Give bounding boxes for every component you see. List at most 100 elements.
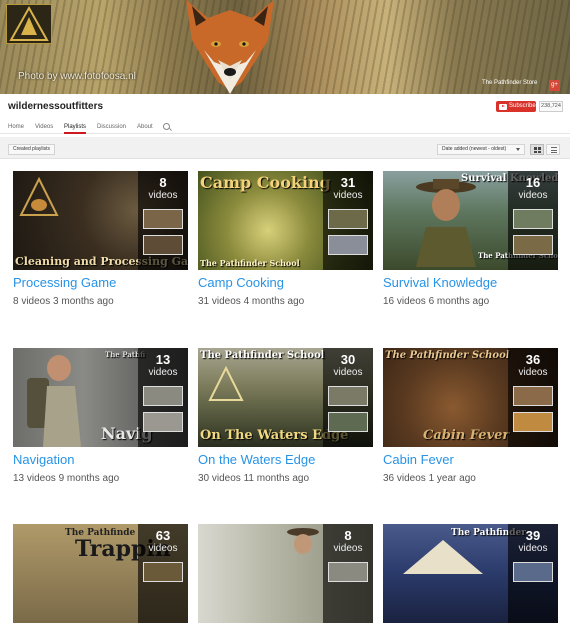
playlist-meta: 8 videos 3 months ago bbox=[13, 296, 114, 307]
playlist-meta: 13 videos 9 months ago bbox=[13, 473, 120, 484]
playlist-thumbnail[interactable]: Survival Knowledge The Pathfinder School… bbox=[383, 171, 558, 270]
sort-label: Date added (newest - oldest) bbox=[442, 146, 507, 152]
video-count: 8 bbox=[159, 175, 167, 190]
mini-thumb bbox=[513, 412, 553, 432]
sort-dropdown[interactable]: Date added (newest - oldest) bbox=[437, 144, 525, 155]
tab-discussion[interactable]: Discussion bbox=[97, 120, 126, 134]
mini-thumb bbox=[328, 235, 368, 255]
video-count-label: videos bbox=[333, 367, 363, 378]
playlist-title[interactable]: On the Waters Edge bbox=[198, 452, 315, 467]
playlist-count-overlay: 8 videos bbox=[323, 524, 373, 623]
mini-thumb bbox=[513, 235, 553, 255]
playlist-meta: 31 videos 4 months ago bbox=[198, 296, 305, 307]
playlist-thumbnail[interactable]: The Pathfi Navig 13 videos bbox=[13, 348, 188, 447]
channel-name[interactable]: wildernessoutfitters bbox=[8, 101, 103, 112]
mini-thumb bbox=[513, 209, 553, 229]
grid-view-button[interactable] bbox=[530, 144, 544, 155]
playlist-thumbnail[interactable]: The Pathfinder School Cabin Fever 36 vid… bbox=[383, 348, 558, 447]
video-count: 13 bbox=[155, 352, 171, 367]
channel-tabs: Home Videos Playlists Discussion About bbox=[0, 120, 570, 134]
video-count-label: videos bbox=[148, 190, 178, 201]
video-count: 30 bbox=[340, 352, 356, 367]
video-count-label: videos bbox=[148, 367, 178, 378]
logo-mark bbox=[9, 5, 49, 41]
video-count-label: videos bbox=[333, 190, 363, 201]
fox-photo bbox=[186, 0, 274, 94]
thumb-caption: Cabin Fever bbox=[423, 428, 510, 443]
video-count-label: videos bbox=[518, 190, 548, 201]
mini-thumb bbox=[143, 209, 183, 229]
search-icon[interactable] bbox=[163, 123, 170, 130]
video-count: 8 bbox=[344, 528, 352, 543]
playlist-thumbnail[interactable]: The Pathfinde Trappin 63 videos bbox=[13, 524, 188, 623]
chevron-down-icon bbox=[516, 148, 520, 151]
mini-thumb bbox=[328, 562, 368, 582]
created-playlists-button[interactable]: Created playlists bbox=[8, 144, 55, 155]
store-link[interactable]: The Pathfinder Store bbox=[482, 80, 537, 86]
channel-banner: Photo by www.fotofoosa.nl The Pathfinder… bbox=[0, 0, 570, 94]
video-count: 36 bbox=[525, 352, 541, 367]
mini-thumb bbox=[328, 412, 368, 432]
subscriber-count: 238,724 bbox=[539, 101, 563, 112]
playlist-title[interactable]: Processing Game bbox=[13, 275, 116, 290]
playlist-thumbnail[interactable]: Cleaning and Processing Game 8 videos bbox=[13, 171, 188, 270]
thumb-subcaption: The Pathfinder School bbox=[200, 258, 300, 268]
mini-thumb bbox=[143, 562, 183, 582]
video-count: 39 bbox=[525, 528, 541, 543]
playlist-meta: 16 videos 6 months ago bbox=[383, 296, 490, 307]
youtube-play-icon bbox=[499, 103, 507, 110]
video-count-label: videos bbox=[518, 543, 548, 554]
tab-home[interactable]: Home bbox=[8, 120, 24, 134]
playlist-title[interactable]: Survival Knowledge bbox=[383, 275, 497, 290]
playlist-title[interactable]: Navigation bbox=[13, 452, 74, 467]
playlist-title[interactable]: Camp Cooking bbox=[198, 275, 284, 290]
yurt-photo bbox=[403, 540, 483, 574]
playlist-meta: 36 videos 1 year ago bbox=[383, 473, 476, 484]
video-count: 16 bbox=[525, 175, 541, 190]
pathfinder-emblem-icon bbox=[208, 366, 244, 401]
video-count-label: videos bbox=[518, 367, 548, 378]
video-count: 63 bbox=[155, 528, 171, 543]
man-in-hat-photo bbox=[416, 179, 476, 267]
playlist-count-overlay: 13 videos bbox=[138, 348, 188, 447]
playlist-thumbnail[interactable]: Camp Cooking The Pathfinder School 31 vi… bbox=[198, 171, 373, 270]
playlist-count-overlay: 31 videos bbox=[323, 171, 373, 270]
man-with-pack-photo bbox=[27, 355, 81, 447]
list-view-button[interactable] bbox=[546, 144, 560, 155]
video-count-label: videos bbox=[333, 543, 363, 554]
playlist-title[interactable]: Cabin Fever bbox=[383, 452, 454, 467]
playlist-count-overlay: 63 videos bbox=[138, 524, 188, 623]
subscribe-label: Subscribe bbox=[509, 103, 536, 109]
playlist-toolbar: Created playlists Date added (newest - o… bbox=[0, 137, 570, 159]
mini-thumb bbox=[143, 412, 183, 432]
mini-thumb bbox=[143, 386, 183, 406]
pathfinder-emblem-icon bbox=[19, 177, 59, 216]
video-count: 31 bbox=[340, 175, 356, 190]
thumb-caption: Camp Cooking bbox=[200, 173, 331, 192]
playlist-meta: 30 videos 11 months ago bbox=[198, 473, 310, 484]
tab-playlists[interactable]: Playlists bbox=[64, 120, 87, 134]
mini-thumb bbox=[143, 235, 183, 255]
video-count-label: videos bbox=[148, 543, 178, 554]
playlist-thumbnail[interactable]: The Pathfinder 39 videos bbox=[383, 524, 558, 623]
photo-credit: Photo by www.fotofoosa.nl bbox=[18, 71, 136, 82]
playlist-count-overlay: 30 videos bbox=[323, 348, 373, 447]
man-in-hat-photo bbox=[287, 528, 319, 554]
mini-thumb bbox=[328, 209, 368, 229]
playlist-thumbnail[interactable]: 8 videos bbox=[198, 524, 373, 623]
tab-videos[interactable]: Videos bbox=[35, 120, 53, 134]
mini-thumb bbox=[513, 386, 553, 406]
playlist-thumbnail[interactable]: The Pathfinder School On The Waters Edge… bbox=[198, 348, 373, 447]
playlist-count-overlay: 8 videos bbox=[138, 171, 188, 270]
playlist-count-overlay: 39 videos bbox=[508, 524, 558, 623]
playlist-count-overlay: 36 videos bbox=[508, 348, 558, 447]
pathfinder-logo bbox=[6, 4, 52, 44]
thumb-subcaption: The Pathfinder School bbox=[200, 350, 325, 361]
mini-thumb bbox=[513, 562, 553, 582]
mini-thumb bbox=[328, 386, 368, 406]
tab-about[interactable]: About bbox=[137, 120, 153, 134]
playlist-count-overlay: 16 videos bbox=[508, 171, 558, 270]
thumb-subcaption: The Pathfinder School bbox=[385, 350, 510, 361]
subscribe-button[interactable]: Subscribe bbox=[496, 101, 536, 112]
google-plus-icon[interactable]: g+ bbox=[549, 80, 560, 91]
